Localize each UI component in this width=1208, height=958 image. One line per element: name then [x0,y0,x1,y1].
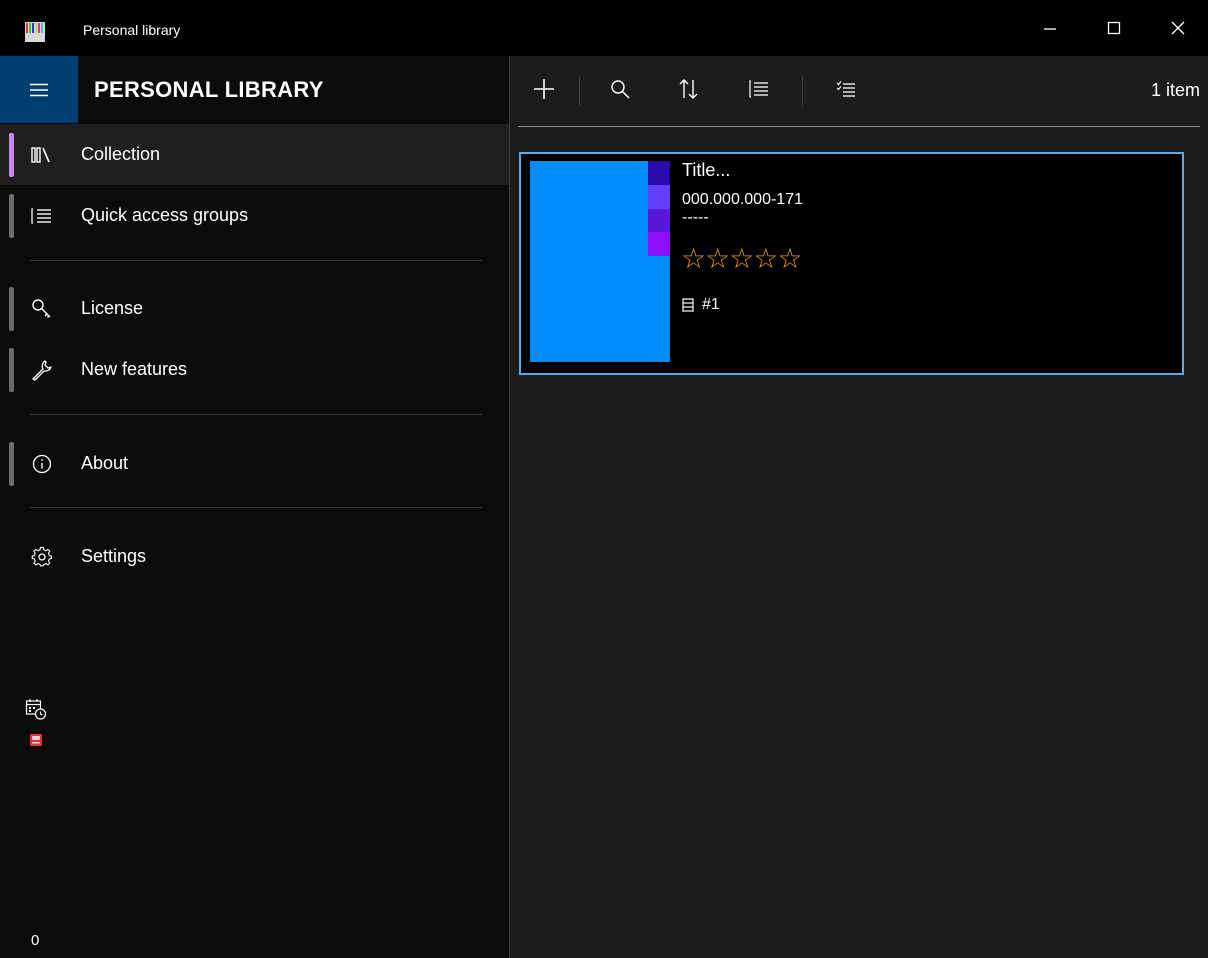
maximize-icon [1107,21,1121,35]
list-icon [749,80,768,98]
checklist-icon [836,81,855,97]
sidebar-item-label: Quick access groups [81,205,249,225]
toolbar-separator [579,76,580,106]
cover-color-strip [648,161,670,256]
sort-button[interactable] [669,69,709,109]
title-bar: Personal library [0,0,1208,56]
book-sequence: #1 [682,296,720,314]
group-list-button[interactable] [739,69,779,109]
nav-indicator [9,442,14,486]
star-rating[interactable]: ☆☆☆☆☆ [681,242,803,276]
book-author-placeholder: ----- [682,209,709,226]
item-count: 1 item [1150,80,1200,100]
divider [30,507,482,508]
book-card[interactable]: Title... 000.000.000-171 ----- ☆☆☆☆☆ #1 [519,152,1184,375]
sort-icon [679,79,698,99]
add-icon [534,79,554,99]
hamburger-button[interactable] [0,56,78,123]
search-button[interactable] [600,69,640,109]
toolbar-underline [518,126,1200,127]
calendar-icon [682,298,694,312]
add-button[interactable] [524,69,564,109]
book-title: Title... [682,160,731,180]
divider [30,414,482,415]
grouped-list-icon [30,204,54,228]
key-icon [30,297,54,321]
search-icon [611,80,630,99]
sidebar-item-label: About [81,453,129,473]
notification-badge-icon[interactable] [30,733,42,751]
close-button[interactable] [1146,0,1208,56]
pending-counter: 0 [31,932,40,949]
maximize-button[interactable] [1082,0,1146,56]
sequence-number: #1 [702,296,720,313]
hamburger-icon [30,83,48,96]
wrench-icon [30,358,54,382]
nav-indicator [9,194,14,238]
info-icon [30,452,54,476]
app-icon [25,22,45,42]
strip-swatch [648,184,670,209]
toolbar-separator [802,76,803,106]
main-content: 1 item Title... 000.000.000-171 ----- ☆☆… [510,56,1208,958]
nav-indicator [9,287,14,331]
book-cover [530,161,670,362]
select-button[interactable] [826,69,866,109]
nav-indicator [9,348,14,392]
sidebar-item-label: New features [81,359,188,379]
sidebar-item-collection[interactable]: Collection [0,124,509,185]
sidebar-item-settings[interactable]: Settings [0,526,509,587]
strip-swatch [648,208,670,233]
gear-icon [30,545,54,569]
divider [30,260,482,261]
minimize-icon [1044,28,1056,30]
minimize-button[interactable] [1018,0,1082,56]
close-icon [1171,21,1185,35]
sidebar: PERSONAL LIBRARY Collection Quick access… [0,56,509,958]
sidebar-item-label: Collection [81,144,161,164]
window-title: Personal library [83,22,181,38]
sidebar-item-label: Settings [81,546,147,566]
book-isbn: 000.000.000-171 [682,191,803,208]
sidebar-item-label: License [81,298,144,318]
library-icon [30,143,54,167]
sidebar-item-new-features[interactable]: New features [0,339,509,400]
sidebar-item-quick-access-groups[interactable]: Quick access groups [0,185,509,246]
sidebar-item-about[interactable]: About [0,433,509,494]
strip-swatch [648,232,670,256]
strip-swatch [648,161,670,185]
selection-indicator [9,133,14,177]
app-heading: PERSONAL LIBRARY [94,77,324,102]
calendar-clock-icon[interactable] [25,698,47,725]
sidebar-item-license[interactable]: License [0,278,509,339]
